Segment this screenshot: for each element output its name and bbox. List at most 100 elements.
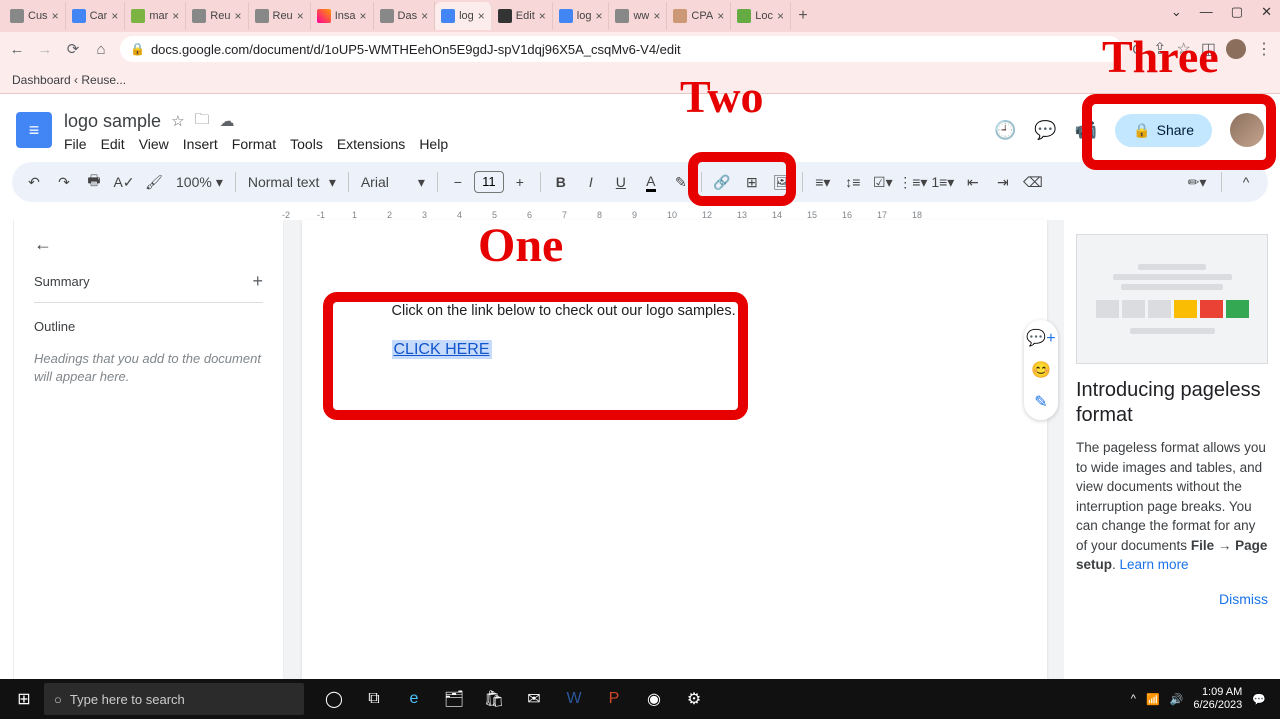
star-icon[interactable]: ☆	[1177, 39, 1191, 59]
text-color-button[interactable]: A	[637, 168, 665, 196]
insert-link-button[interactable]: 🔗	[708, 168, 736, 196]
bookmark-item[interactable]: Dashboard ‹ Reuse...	[12, 73, 126, 87]
word-icon[interactable]: W	[554, 679, 594, 719]
spellcheck-button[interactable]: A✓	[110, 168, 138, 196]
menu-icon[interactable]: ⋮	[1256, 39, 1272, 59]
store-icon[interactable]: 🛍	[474, 679, 514, 719]
add-summary-button[interactable]: +	[252, 271, 263, 292]
bold-button[interactable]: B	[547, 168, 575, 196]
tab[interactable]: CPA×	[667, 2, 731, 30]
volume-icon[interactable]: 🔊	[1170, 693, 1184, 706]
checklist-button[interactable]: ☑▾	[869, 168, 897, 196]
decrease-indent-button[interactable]: ⇤	[959, 168, 987, 196]
task-view-icon[interactable]: ⧉	[354, 679, 394, 719]
menu-format[interactable]: Format	[232, 136, 276, 152]
extensions-icon[interactable]: ◫	[1201, 39, 1216, 59]
reload-button[interactable]: ⟳	[64, 40, 82, 58]
doc-link[interactable]: CLICK HERE	[392, 340, 492, 359]
italic-button[interactable]: I	[577, 168, 605, 196]
doc-body-text[interactable]: Click on the link below to check out our…	[392, 300, 957, 323]
url-input[interactable]: 🔒 docs.google.com/document/d/1oUP5-WMTHE…	[120, 36, 1122, 62]
docs-logo-icon[interactable]: ≡	[16, 112, 52, 148]
tab[interactable]: log×	[553, 2, 610, 30]
chrome-icon[interactable]: ◉	[634, 679, 674, 719]
tab[interactable]: Edit×	[492, 2, 553, 30]
edge-icon[interactable]: e	[394, 679, 434, 719]
increase-indent-button[interactable]: ⇥	[989, 168, 1017, 196]
forward-button[interactable]: →	[36, 41, 54, 58]
mail-icon[interactable]: ✉	[514, 679, 554, 719]
menu-view[interactable]: View	[139, 136, 169, 152]
bullet-list-button[interactable]: ⋮≡▾	[899, 168, 927, 196]
menu-insert[interactable]: Insert	[183, 136, 218, 152]
add-comment-icon[interactable]: 💬+	[1026, 328, 1055, 348]
back-arrow-icon[interactable]: ←	[34, 234, 263, 255]
align-button[interactable]: ≡▾	[809, 168, 837, 196]
close-icon[interactable]: ✕	[1261, 4, 1272, 20]
collapse-button[interactable]: ^	[1232, 168, 1260, 196]
suggest-icon[interactable]: ✎	[1034, 392, 1047, 412]
insert-image-button[interactable]: 🖼	[768, 168, 796, 196]
star-icon[interactable]: ☆	[171, 112, 184, 130]
notifications-icon[interactable]: 💬	[1252, 693, 1266, 706]
font-size-input[interactable]: 11	[474, 171, 504, 193]
doc-title[interactable]: logo sample	[64, 111, 161, 132]
tab[interactable]: ww×	[609, 2, 667, 30]
emoji-icon[interactable]: 😊	[1031, 360, 1051, 380]
chevron-down-icon[interactable]: ⌄	[1171, 4, 1182, 20]
dismiss-button[interactable]: Dismiss	[1076, 591, 1268, 607]
tab-active[interactable]: log×	[435, 2, 492, 30]
font-select[interactable]: Arial▾	[355, 174, 431, 191]
clock[interactable]: 1:09 AM 6/26/2023	[1193, 686, 1242, 712]
tray-up-icon[interactable]: ^	[1131, 693, 1136, 705]
close-icon[interactable]: ×	[52, 9, 59, 23]
menu-tools[interactable]: Tools	[290, 136, 323, 152]
vertical-ruler[interactable]	[0, 220, 14, 683]
explorer-icon[interactable]: 🗂	[434, 679, 474, 719]
comments-icon[interactable]: 💬	[1034, 120, 1056, 141]
document-canvas[interactable]: Click on the link below to check out our…	[284, 220, 1064, 683]
horizontal-ruler[interactable]: -2 -1 1 2 3 4 5 6 7 8 9 10 12 13 14 15 1…	[12, 202, 1268, 220]
google-icon[interactable]: G	[1132, 41, 1143, 57]
zoom-select[interactable]: 100%▾	[170, 174, 229, 191]
tab[interactable]: Insa×	[311, 2, 374, 30]
minimize-icon[interactable]: —	[1200, 4, 1213, 20]
print-button[interactable]: 🖶	[80, 168, 108, 196]
line-spacing-button[interactable]: ↕≡	[839, 168, 867, 196]
cortana-icon[interactable]: ◯	[314, 679, 354, 719]
highlight-button[interactable]: ✎	[667, 168, 695, 196]
add-comment-button[interactable]: ⊞	[738, 168, 766, 196]
maximize-icon[interactable]: ▢	[1231, 4, 1243, 20]
tab[interactable]: Das×	[374, 2, 436, 30]
menu-extensions[interactable]: Extensions	[337, 136, 405, 152]
paint-format-button[interactable]: 🖌	[140, 168, 168, 196]
numbered-list-button[interactable]: 1≡▾	[929, 168, 957, 196]
tab[interactable]: Reu×	[249, 2, 311, 30]
meet-icon[interactable]: 📹	[1075, 120, 1097, 141]
home-button[interactable]: ⌂	[92, 41, 110, 58]
redo-button[interactable]: ↷	[50, 168, 78, 196]
underline-button[interactable]: U	[607, 168, 635, 196]
wifi-icon[interactable]: 📶	[1146, 693, 1160, 706]
undo-button[interactable]: ↶	[20, 168, 48, 196]
menu-help[interactable]: Help	[419, 136, 448, 152]
tab[interactable]: Reu×	[186, 2, 248, 30]
profile-icon[interactable]	[1226, 39, 1246, 59]
style-select[interactable]: Normal text▾	[242, 174, 342, 191]
back-button[interactable]: ←	[8, 41, 26, 58]
share-button[interactable]: 🔒 Share	[1115, 114, 1212, 147]
increase-font-button[interactable]: +	[506, 168, 534, 196]
tab[interactable]: mar×	[125, 2, 186, 30]
settings-icon[interactable]: ⚙	[674, 679, 714, 719]
page[interactable]: Click on the link below to check out our…	[302, 220, 1047, 683]
cloud-icon[interactable]: ☁	[220, 112, 235, 130]
tab[interactable]: Cus×	[4, 2, 66, 30]
powerpoint-icon[interactable]: P	[594, 679, 634, 719]
history-icon[interactable]: 🕘	[994, 120, 1016, 141]
avatar[interactable]	[1230, 113, 1264, 147]
learn-more-link[interactable]: Learn more	[1120, 557, 1189, 572]
editing-mode-button[interactable]: ✏▾	[1183, 168, 1211, 196]
move-icon[interactable]: 🗀	[195, 109, 210, 134]
decrease-font-button[interactable]: −	[444, 168, 472, 196]
taskbar-search[interactable]: ○ Type here to search	[44, 683, 304, 715]
